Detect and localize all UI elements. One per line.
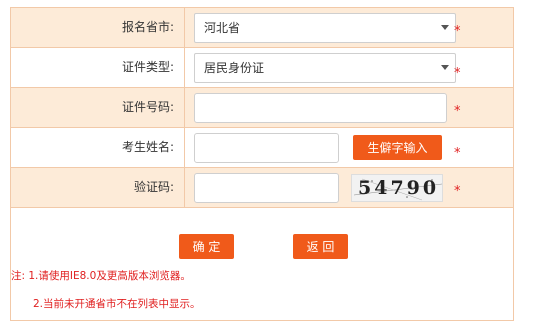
id-type-selected-value: 居民身份证 bbox=[204, 61, 265, 75]
name-row: 考生姓名: 生僻字输入 * bbox=[11, 128, 513, 168]
required-mark: * bbox=[454, 104, 461, 119]
captcha-text: 54790 bbox=[358, 177, 440, 199]
captcha-input[interactable] bbox=[194, 173, 339, 203]
province-row: 报名省市: 河北省 * bbox=[11, 8, 513, 48]
note-line-1: 注: 1.请使用IE8.0及更高版本浏览器。 bbox=[11, 270, 191, 282]
name-label: 考生姓名: bbox=[11, 128, 185, 167]
required-mark: * bbox=[454, 146, 461, 161]
confirm-button[interactable]: 确 定 bbox=[179, 234, 234, 259]
captcha-row: 验证码: 54790 * bbox=[11, 168, 513, 208]
required-mark: * bbox=[454, 24, 461, 39]
chevron-down-icon bbox=[441, 25, 449, 30]
chevron-down-icon bbox=[441, 65, 449, 70]
province-selected-value: 河北省 bbox=[204, 21, 241, 35]
captcha-label: 验证码: bbox=[11, 168, 185, 207]
name-input[interactable] bbox=[194, 133, 339, 163]
id-type-select[interactable]: 居民身份证 bbox=[194, 53, 456, 83]
note-line-2: 2.当前未开通省市不在列表中显示。 bbox=[33, 298, 201, 310]
id-type-row: 证件类型: 居民身份证 * bbox=[11, 48, 513, 88]
captcha-image[interactable]: 54790 bbox=[351, 174, 443, 202]
required-mark: * bbox=[454, 66, 461, 81]
province-label: 报名省市: bbox=[11, 8, 185, 47]
required-mark: * bbox=[454, 184, 461, 199]
back-button[interactable]: 返 回 bbox=[293, 234, 348, 259]
id-type-label: 证件类型: bbox=[11, 48, 185, 87]
rare-char-input-button[interactable]: 生僻字输入 bbox=[353, 135, 442, 160]
province-select[interactable]: 河北省 bbox=[194, 13, 456, 43]
id-number-input[interactable] bbox=[194, 93, 447, 123]
id-number-row: 证件号码: * bbox=[11, 88, 513, 128]
exam-query-form: 报名省市: 河北省 * 证件类型: 居民身份证 * 证件号码: * 考生姓名: … bbox=[10, 7, 514, 321]
id-number-label: 证件号码: bbox=[11, 88, 185, 127]
